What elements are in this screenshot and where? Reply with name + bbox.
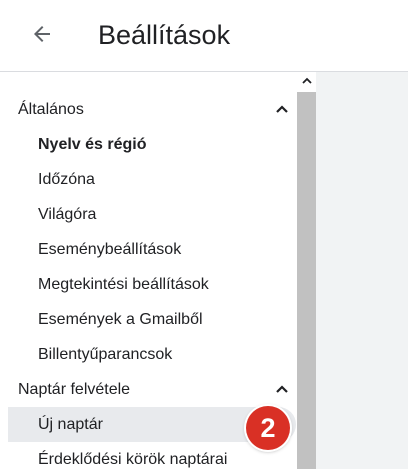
step-number-badge: 2: [246, 406, 290, 450]
section-label: Naptár felvétele: [18, 380, 131, 398]
settings-sidebar: Általános Nyelv és régió Időzóna Világór…: [0, 72, 296, 469]
chevron-up-icon[interactable]: [274, 381, 290, 397]
sidebar-item-label: Billentyűparancsok: [38, 345, 173, 363]
page-title: Beállítások: [98, 20, 231, 50]
section-header-general[interactable]: Általános: [0, 92, 296, 127]
sidebar-item-events-from-gmail[interactable]: Események a Gmailből: [8, 302, 296, 337]
sidebar-scrollbar[interactable]: [297, 72, 316, 469]
sidebar-item-label: Világóra: [38, 205, 97, 223]
sidebar-item-view-options[interactable]: Megtekintési beállítások: [8, 267, 296, 302]
section-label: Általános: [18, 100, 84, 118]
sidebar-item-label: Megtekintési beállítások: [38, 275, 209, 293]
scrollbar-thumb[interactable]: [297, 92, 316, 469]
arrow-back-icon: [34, 26, 50, 42]
sidebar-item-label: Időzóna: [38, 170, 95, 188]
sidebar-item-label: Új naptár: [38, 415, 103, 433]
scroll-up-arrow-icon[interactable]: [297, 74, 316, 88]
sidebar-item-event-settings[interactable]: Eseménybeállítások: [8, 232, 296, 267]
sidebar-item-timezone[interactable]: Időzóna: [8, 162, 296, 197]
section-header-add-calendar[interactable]: Naptár felvétele: [0, 372, 296, 407]
sidebar-item-world-clock[interactable]: Világóra: [8, 197, 296, 232]
sidebar-item-label: Érdeklődési körök naptárai: [38, 450, 228, 468]
sidebar-item-interesting-calendars[interactable]: Érdeklődési körök naptárai: [8, 442, 296, 469]
back-button[interactable]: [22, 14, 62, 54]
sidebar-item-keyboard-shortcuts[interactable]: Billentyűparancsok: [8, 337, 296, 372]
sidebar-item-label: Események a Gmailből: [38, 310, 203, 328]
app-header: Beállítások: [0, 0, 408, 72]
sidebar-item-language-region[interactable]: Nyelv és régió: [8, 127, 296, 162]
content-area: [316, 72, 408, 469]
settings-page: Beállítások Általános Nyelv és régió Idő…: [0, 0, 408, 469]
sidebar-item-label: Nyelv és régió: [38, 135, 147, 153]
chevron-up-icon[interactable]: [274, 101, 290, 117]
sidebar-item-label: Eseménybeállítások: [38, 240, 182, 258]
